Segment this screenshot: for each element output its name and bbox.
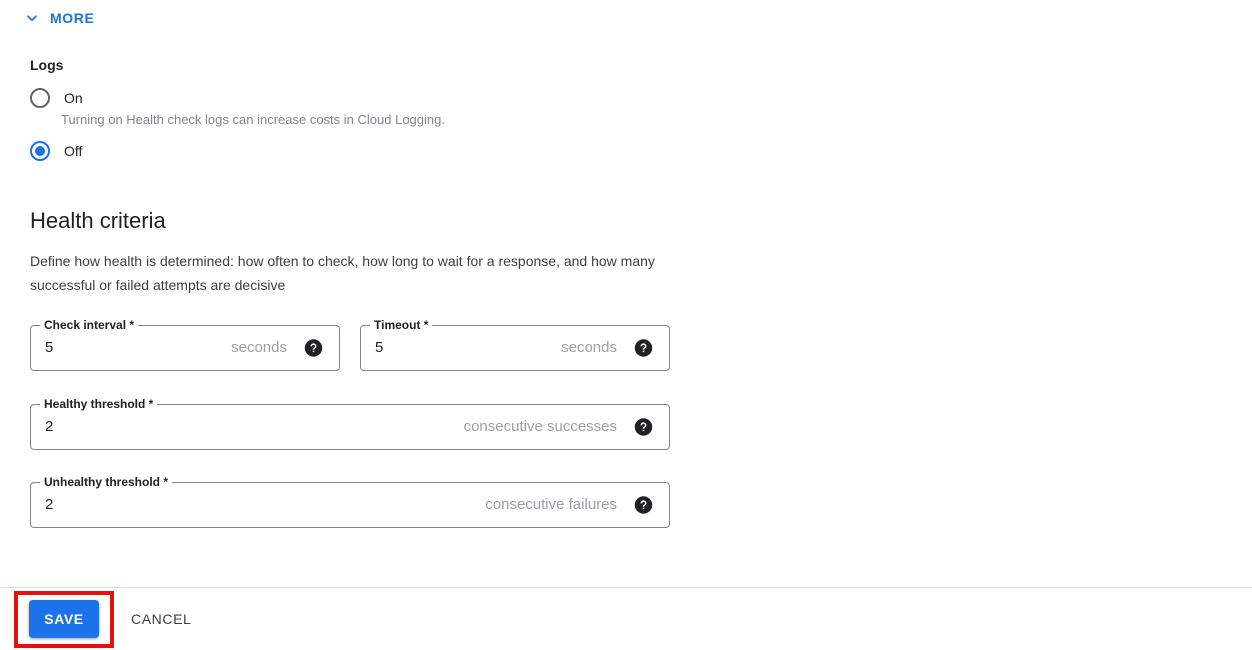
save-button[interactable]: SAVE	[29, 600, 99, 638]
timeout-field[interactable]: Timeout * 5 seconds	[360, 318, 670, 371]
timeout-label: Timeout *	[370, 318, 433, 332]
chevron-down-icon	[27, 15, 37, 22]
healthy-threshold-suffix: consecutive successes	[463, 418, 617, 435]
healthy-threshold-field[interactable]: Healthy threshold * 2 consecutive succes…	[30, 397, 670, 450]
check-interval-suffix: seconds	[231, 339, 287, 356]
health-criteria-title: Health criteria	[30, 208, 166, 233]
logs-on-helper-text: Turning on Health check logs can increas…	[61, 112, 445, 127]
healthy-threshold-label: Healthy threshold *	[40, 397, 158, 411]
timeout-value[interactable]: 5	[375, 338, 383, 358]
radio-indicator-on[interactable]	[30, 88, 50, 108]
unhealthy-threshold-value[interactable]: 2	[45, 495, 53, 515]
check-interval-field[interactable]: Check interval * 5 seconds	[30, 318, 340, 371]
timeout-suffix: seconds	[561, 339, 617, 356]
help-circle-icon[interactable]	[634, 418, 653, 437]
help-circle-icon[interactable]	[634, 496, 653, 515]
logs-section-heading: Logs	[30, 57, 64, 73]
radio-option-logs-on[interactable]: On	[30, 88, 83, 108]
radio-label-off: Off	[64, 143, 83, 159]
footer-divider	[0, 587, 1252, 588]
check-interval-label: Check interval *	[40, 318, 139, 332]
more-toggle[interactable]: MORE	[22, 8, 94, 28]
unhealthy-threshold-field[interactable]: Unhealthy threshold * 2 consecutive fail…	[30, 475, 670, 528]
healthy-threshold-value[interactable]: 2	[45, 417, 53, 437]
radio-indicator-off[interactable]	[30, 141, 50, 161]
unhealthy-threshold-suffix: consecutive failures	[485, 496, 617, 513]
health-criteria-description: Define how health is determined: how oft…	[30, 253, 655, 293]
radio-option-logs-off[interactable]: Off	[30, 141, 82, 161]
more-toggle-label: MORE	[50, 10, 95, 26]
cancel-button[interactable]: CANCEL	[117, 600, 205, 638]
help-circle-icon[interactable]	[634, 339, 653, 358]
radio-label-on: On	[64, 90, 83, 106]
help-circle-icon[interactable]	[304, 339, 323, 358]
check-interval-value[interactable]: 5	[45, 338, 53, 358]
unhealthy-threshold-label: Unhealthy threshold *	[40, 475, 173, 489]
